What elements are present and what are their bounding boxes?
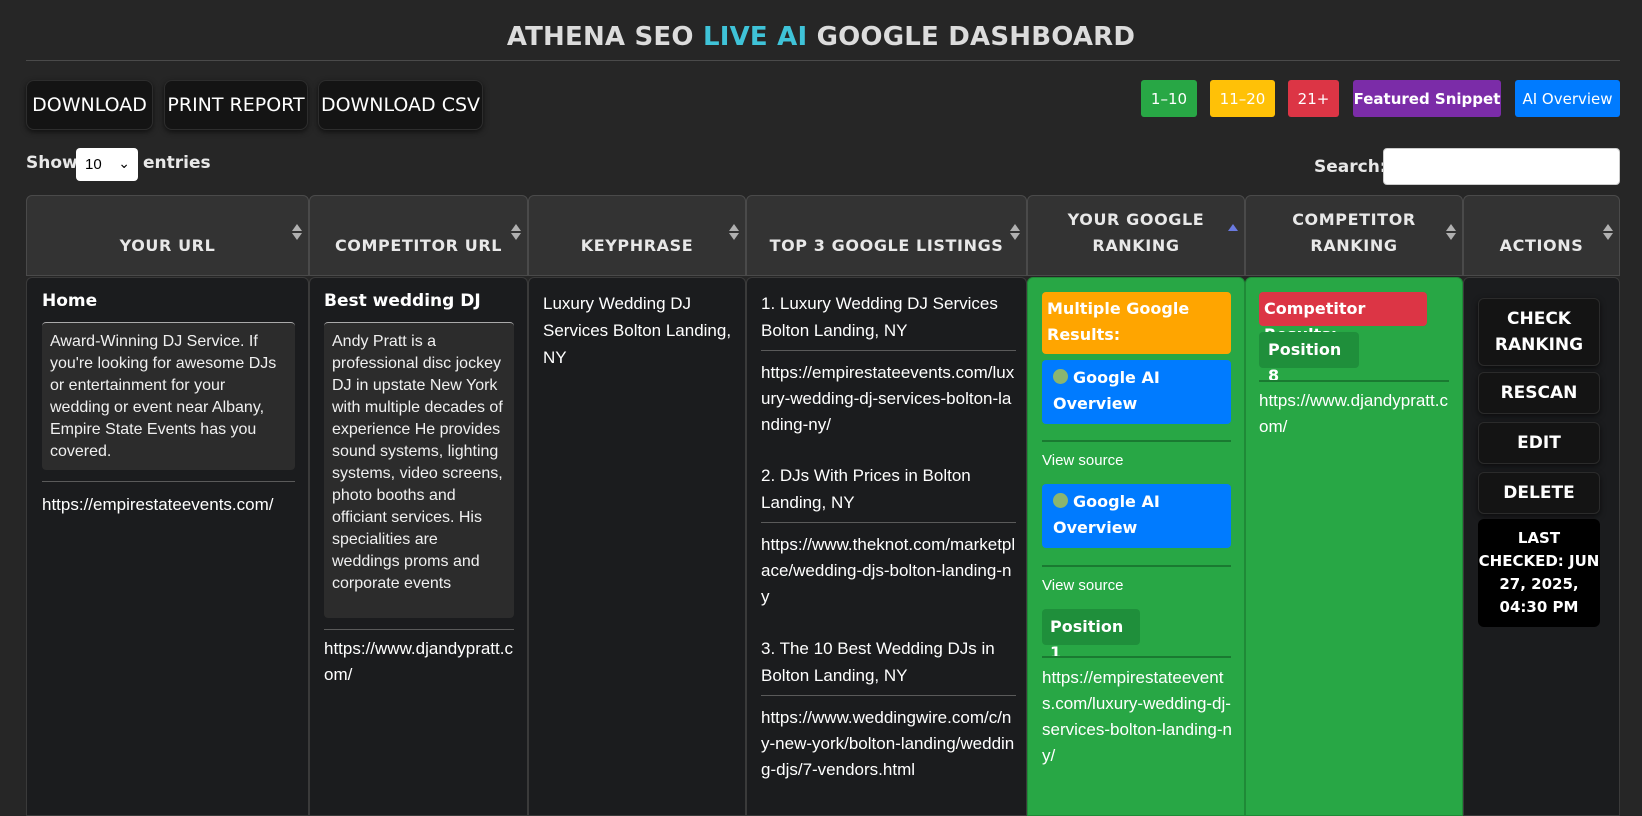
ai-overview-badge: Google AI Overview: [1042, 484, 1231, 548]
delete-button[interactable]: DELETE: [1478, 472, 1600, 514]
cell-top3: 1. Luxury Wedding DJ Services Bolton Lan…: [746, 277, 1027, 816]
cell-actions: CHECK RANKING RESCAN EDIT DELETE LAST CH…: [1463, 277, 1620, 816]
column-header-competitor-url[interactable]: COMPETITOR URL: [309, 195, 528, 276]
column-header-your-url[interactable]: YOUR URL: [26, 195, 309, 276]
multiple-results-badge: Multiple Google Results:: [1042, 292, 1231, 354]
cell-competitor-url: Best wedding DJ Andy Pratt is a professi…: [309, 277, 528, 816]
show-label: Show: [26, 153, 78, 173]
cell-your-ranking: Multiple Google Results: Google AI Overv…: [1027, 277, 1245, 816]
top3-item-2-url[interactable]: https://www.theknot.com/marketplace/wedd…: [761, 532, 1016, 610]
competitor-results-badge: Competitor Results:: [1259, 292, 1427, 344]
column-header-keyphrase[interactable]: KEYPHRASE: [528, 195, 746, 276]
view-source-link[interactable]: View source: [1042, 577, 1123, 594]
divider: [1259, 380, 1449, 382]
competitor-page-description: Andy Pratt is a professional disc jockey…: [324, 322, 514, 618]
top3-item-1-url[interactable]: https://empirestateevents.com/luxury-wed…: [761, 360, 1016, 438]
ranking-url-link[interactable]: https://empirestateevents.com/luxury-wed…: [1042, 665, 1232, 769]
page-title: ATHENA SEO LIVE AI GOOGLE DASHBOARD: [506, 22, 1136, 52]
divider: [42, 481, 295, 482]
sort-icon: [292, 224, 302, 240]
check-ranking-button[interactable]: CHECK RANKING: [1478, 298, 1600, 366]
divider: [324, 629, 514, 630]
competitor-position-badge: Position 8: [1259, 332, 1359, 385]
legend-featured-snippet: Featured Snippet: [1353, 80, 1501, 117]
sort-icon: [1446, 224, 1456, 240]
download-csv-button[interactable]: DOWNLOAD CSV: [318, 80, 483, 130]
edit-button[interactable]: EDIT: [1478, 422, 1600, 464]
column-header-top3[interactable]: TOP 3 GOOGLE LISTINGS: [746, 195, 1027, 276]
cell-keyphrase: Luxury Wedding DJ Services Bolton Landin…: [528, 277, 746, 816]
keyphrase-text: Luxury Wedding DJ Services Bolton Landin…: [543, 294, 732, 367]
rankings-table: YOUR URL COMPETITOR URL KEYPHRASE TOP 3 …: [26, 195, 1620, 816]
your-page-description: Award-Winning DJ Service. If you're look…: [42, 322, 295, 470]
legend-11-20: 11–20: [1210, 80, 1275, 117]
entries-select[interactable]: 10 ⌄: [76, 148, 138, 181]
status-dot-icon: [1053, 493, 1068, 508]
competitor-url-link[interactable]: https://www.djandypratt.com/: [324, 636, 514, 688]
rescan-button[interactable]: RESCAN: [1478, 372, 1600, 414]
competitor-ranking-url-link[interactable]: https://www.djandypratt.com/: [1259, 388, 1449, 440]
sort-icon: [511, 224, 521, 240]
top3-item-2-title: 2. DJs With Prices in Bolton Landing, NY: [761, 466, 971, 512]
title-accent: LIVE AI: [702, 22, 808, 52]
legend-1-10: 1–10: [1141, 80, 1197, 117]
your-page-title: Home: [42, 291, 98, 311]
divider: [761, 522, 1016, 523]
sort-icon: [1603, 224, 1613, 240]
divider: [761, 695, 1016, 696]
divider: [761, 350, 1016, 351]
search-label: Search:: [1314, 157, 1387, 177]
divider: [1042, 565, 1231, 567]
your-url-link[interactable]: https://empirestateevents.com/: [42, 492, 302, 518]
column-header-actions[interactable]: ACTIONS: [1463, 195, 1620, 276]
cell-competitor-ranking: Competitor Results: Position 8 https://w…: [1245, 277, 1463, 816]
sort-icon: [1010, 224, 1020, 240]
view-source-link[interactable]: View source: [1042, 452, 1123, 469]
top3-item-3-url[interactable]: https://www.weddingwire.com/c/ny-new-yor…: [761, 705, 1016, 783]
top3-item-3-title: 3. The 10 Best Wedding DJs in Bolton Lan…: [761, 639, 995, 685]
chevron-down-icon: ⌄: [118, 155, 130, 171]
column-header-your-ranking[interactable]: YOUR GOOGLE RANKING: [1027, 195, 1245, 276]
sort-asc-icon: [1228, 224, 1238, 240]
download-button[interactable]: DOWNLOAD: [26, 80, 153, 130]
status-dot-icon: [1053, 369, 1068, 384]
last-checked-timestamp: LAST CHECKED: JUN 27, 2025, 04:30 PM: [1478, 519, 1600, 627]
print-report-button[interactable]: PRINT REPORT: [164, 80, 308, 130]
title-divider: [26, 60, 1620, 61]
cell-your-url: Home Award-Winning DJ Service. If you're…: [26, 277, 309, 816]
divider: [1042, 440, 1231, 442]
position-badge: Position 1: [1042, 609, 1140, 662]
competitor-page-title: Best wedding DJ: [324, 291, 481, 311]
divider: [1042, 656, 1231, 658]
legend-21-plus: 21+: [1288, 80, 1339, 117]
legend-ai-overview: AI Overview: [1515, 80, 1620, 117]
top3-item-1-title: 1. Luxury Wedding DJ Services Bolton Lan…: [761, 294, 998, 340]
sort-icon: [729, 224, 739, 240]
entries-label: entries: [143, 153, 211, 173]
column-header-competitor-ranking[interactable]: COMPETITOR RANKING: [1245, 195, 1463, 276]
search-input[interactable]: [1383, 148, 1620, 185]
ai-overview-badge: Google AI Overview: [1042, 360, 1231, 424]
